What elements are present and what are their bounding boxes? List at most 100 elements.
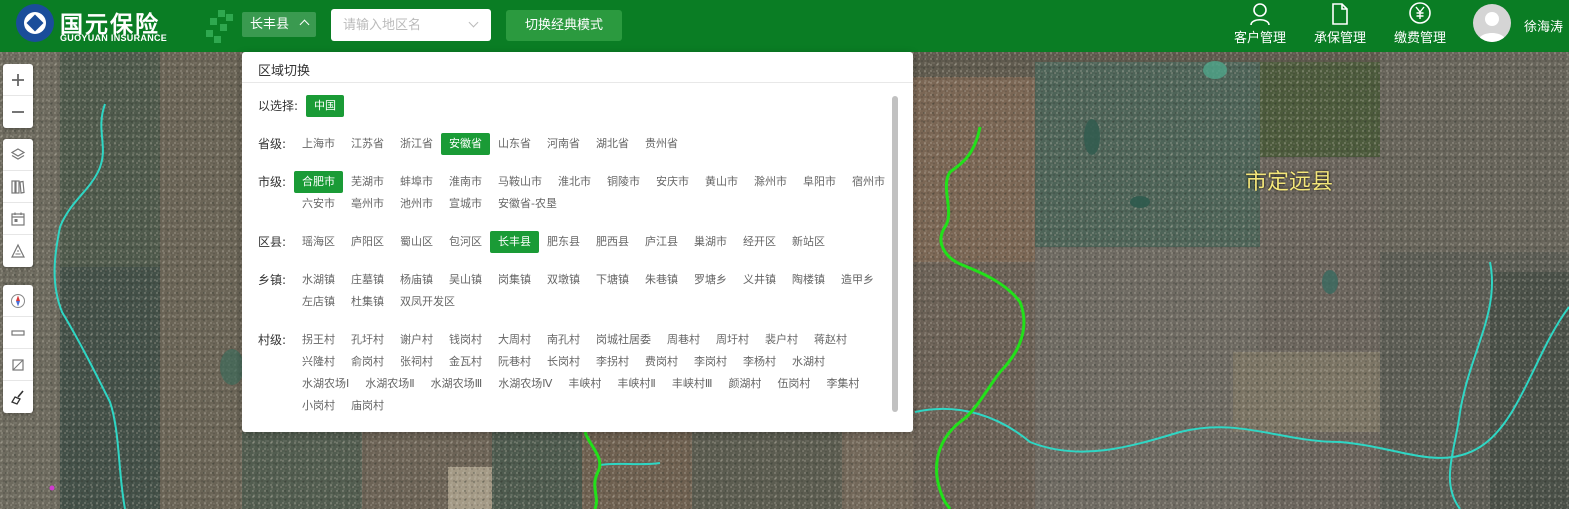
nav-underwriting-management[interactable]: 承保管理 bbox=[1305, 0, 1375, 52]
village-option[interactable]: 孔圩村 bbox=[343, 329, 392, 351]
village-option[interactable]: 庙岗村 bbox=[343, 395, 392, 417]
village-option[interactable]: 李岗村 bbox=[686, 351, 735, 373]
town-option[interactable]: 左店镇 bbox=[294, 291, 343, 313]
village-option[interactable]: 南孔村 bbox=[539, 329, 588, 351]
town-option[interactable]: 庄墓镇 bbox=[343, 269, 392, 291]
city-option[interactable]: 滁州市 bbox=[746, 171, 795, 193]
village-option[interactable]: 俞岗村 bbox=[343, 351, 392, 373]
village-option[interactable]: 李拐村 bbox=[588, 351, 637, 373]
nav-customer-management[interactable]: 客户管理 bbox=[1225, 0, 1295, 52]
village-option[interactable]: 水湖农场Ⅳ bbox=[490, 373, 560, 395]
town-option[interactable]: 造甲乡 bbox=[833, 269, 882, 291]
village-option[interactable]: 谢户村 bbox=[392, 329, 441, 351]
town-option[interactable]: 水湖镇 bbox=[294, 269, 343, 291]
user-avatar[interactable] bbox=[1473, 4, 1511, 42]
city-option[interactable]: 安庆市 bbox=[648, 171, 697, 193]
city-option[interactable]: 蚌埠市 bbox=[392, 171, 441, 193]
village-option[interactable]: 兴隆村 bbox=[294, 351, 343, 373]
village-option[interactable]: 金瓦村 bbox=[441, 351, 490, 373]
village-option[interactable]: 蒋赵村 bbox=[806, 329, 855, 351]
village-option[interactable]: 长岗村 bbox=[539, 351, 588, 373]
district-option[interactable]: 瑶海区 bbox=[294, 231, 343, 253]
village-option[interactable]: 丰峡村Ⅱ bbox=[609, 373, 663, 395]
town-option[interactable]: 杜集镇 bbox=[343, 291, 392, 313]
city-option[interactable]: 合肥市 bbox=[294, 171, 343, 193]
chevron-down-icon[interactable] bbox=[468, 17, 479, 28]
city-option[interactable]: 亳州市 bbox=[343, 193, 392, 215]
nav-payment-management[interactable]: 缴费管理 bbox=[1385, 0, 1455, 52]
village-option[interactable]: 周圩村 bbox=[708, 329, 757, 351]
village-option[interactable]: 阮巷村 bbox=[490, 351, 539, 373]
zoom-out-button[interactable] bbox=[3, 96, 33, 128]
district-option[interactable]: 巢湖市 bbox=[686, 231, 735, 253]
region-switch-button[interactable]: 长丰县 bbox=[242, 12, 316, 37]
district-option[interactable]: 蜀山区 bbox=[392, 231, 441, 253]
village-option[interactable]: 颜湖村 bbox=[720, 373, 769, 395]
city-option[interactable]: 宣城市 bbox=[441, 193, 490, 215]
district-option[interactable]: 新站区 bbox=[784, 231, 833, 253]
classic-mode-button[interactable]: 切换经典模式 bbox=[506, 10, 622, 41]
province-option[interactable]: 江苏省 bbox=[343, 133, 392, 155]
town-option[interactable]: 罗塘乡 bbox=[686, 269, 735, 291]
town-option[interactable]: 吴山镇 bbox=[441, 269, 490, 291]
province-option[interactable]: 贵州省 bbox=[637, 133, 686, 155]
town-option[interactable]: 杨庙镇 bbox=[392, 269, 441, 291]
town-option[interactable]: 双墩镇 bbox=[539, 269, 588, 291]
town-option[interactable]: 陶楼镇 bbox=[784, 269, 833, 291]
province-option[interactable]: 湖北省 bbox=[588, 133, 637, 155]
village-option[interactable]: 伍岗村 bbox=[769, 373, 818, 395]
district-option[interactable]: 肥西县 bbox=[588, 231, 637, 253]
town-option[interactable]: 双凤开发区 bbox=[392, 291, 463, 313]
city-option[interactable]: 淮南市 bbox=[441, 171, 490, 193]
city-option[interactable]: 黄山市 bbox=[697, 171, 746, 193]
village-option[interactable]: 丰峡村 bbox=[560, 373, 609, 395]
city-option[interactable]: 马鞍山市 bbox=[490, 171, 550, 193]
user-name[interactable]: 徐海涛 bbox=[1524, 16, 1563, 35]
district-option[interactable]: 庐阳区 bbox=[343, 231, 392, 253]
province-option[interactable]: 山东省 bbox=[490, 133, 539, 155]
province-option[interactable]: 浙江省 bbox=[392, 133, 441, 155]
city-option[interactable]: 淮北市 bbox=[550, 171, 599, 193]
village-option[interactable]: 拐王村 bbox=[294, 329, 343, 351]
village-option[interactable]: 小岗村 bbox=[294, 395, 343, 417]
compass-button[interactable] bbox=[3, 285, 33, 317]
polygon-button[interactable] bbox=[3, 349, 33, 381]
town-option[interactable]: 下塘镇 bbox=[588, 269, 637, 291]
province-option[interactable]: 上海市 bbox=[294, 133, 343, 155]
clear-button[interactable] bbox=[3, 381, 33, 413]
area-button[interactable] bbox=[3, 235, 33, 267]
village-option[interactable]: 周巷村 bbox=[659, 329, 708, 351]
village-option[interactable]: 钱岗村 bbox=[441, 329, 490, 351]
zoom-in-button[interactable] bbox=[3, 64, 33, 96]
city-option[interactable]: 阜阳市 bbox=[795, 171, 844, 193]
region-search-select[interactable] bbox=[331, 9, 491, 41]
district-option[interactable]: 长丰县 bbox=[490, 231, 539, 253]
province-option[interactable]: 河南省 bbox=[539, 133, 588, 155]
village-option[interactable]: 李集村 bbox=[818, 373, 867, 395]
city-option[interactable]: 六安市 bbox=[294, 193, 343, 215]
region-search-input[interactable] bbox=[343, 10, 463, 40]
brand-logo[interactable]: 国元保险 GUOYUAN INSURANCE bbox=[16, 2, 233, 48]
district-option[interactable]: 肥东县 bbox=[539, 231, 588, 253]
town-option[interactable]: 义井镇 bbox=[735, 269, 784, 291]
village-option[interactable]: 水湖农场Ⅱ bbox=[357, 373, 422, 395]
calendar-button[interactable] bbox=[3, 203, 33, 235]
village-option[interactable]: 李杨村 bbox=[735, 351, 784, 373]
district-option[interactable]: 庐江县 bbox=[637, 231, 686, 253]
selected-region[interactable]: 中国 bbox=[306, 95, 344, 117]
town-option[interactable]: 朱巷镇 bbox=[637, 269, 686, 291]
village-option[interactable]: 张祠村 bbox=[392, 351, 441, 373]
book-button[interactable] bbox=[3, 171, 33, 203]
town-option[interactable]: 岗集镇 bbox=[490, 269, 539, 291]
village-option[interactable]: 岗城社居委 bbox=[588, 329, 659, 351]
city-option[interactable]: 池州市 bbox=[392, 193, 441, 215]
province-option[interactable]: 安徽省 bbox=[441, 133, 490, 155]
city-option[interactable]: 铜陵市 bbox=[599, 171, 648, 193]
village-option[interactable]: 大周村 bbox=[490, 329, 539, 351]
village-option[interactable]: 水湖村 bbox=[784, 351, 833, 373]
city-option[interactable]: 芜湖市 bbox=[343, 171, 392, 193]
village-option[interactable]: 费岗村 bbox=[637, 351, 686, 373]
village-option[interactable]: 水湖农场Ⅰ bbox=[294, 373, 357, 395]
city-option[interactable]: 宿州市 bbox=[844, 171, 893, 193]
village-option[interactable]: 水湖农场Ⅲ bbox=[423, 373, 491, 395]
